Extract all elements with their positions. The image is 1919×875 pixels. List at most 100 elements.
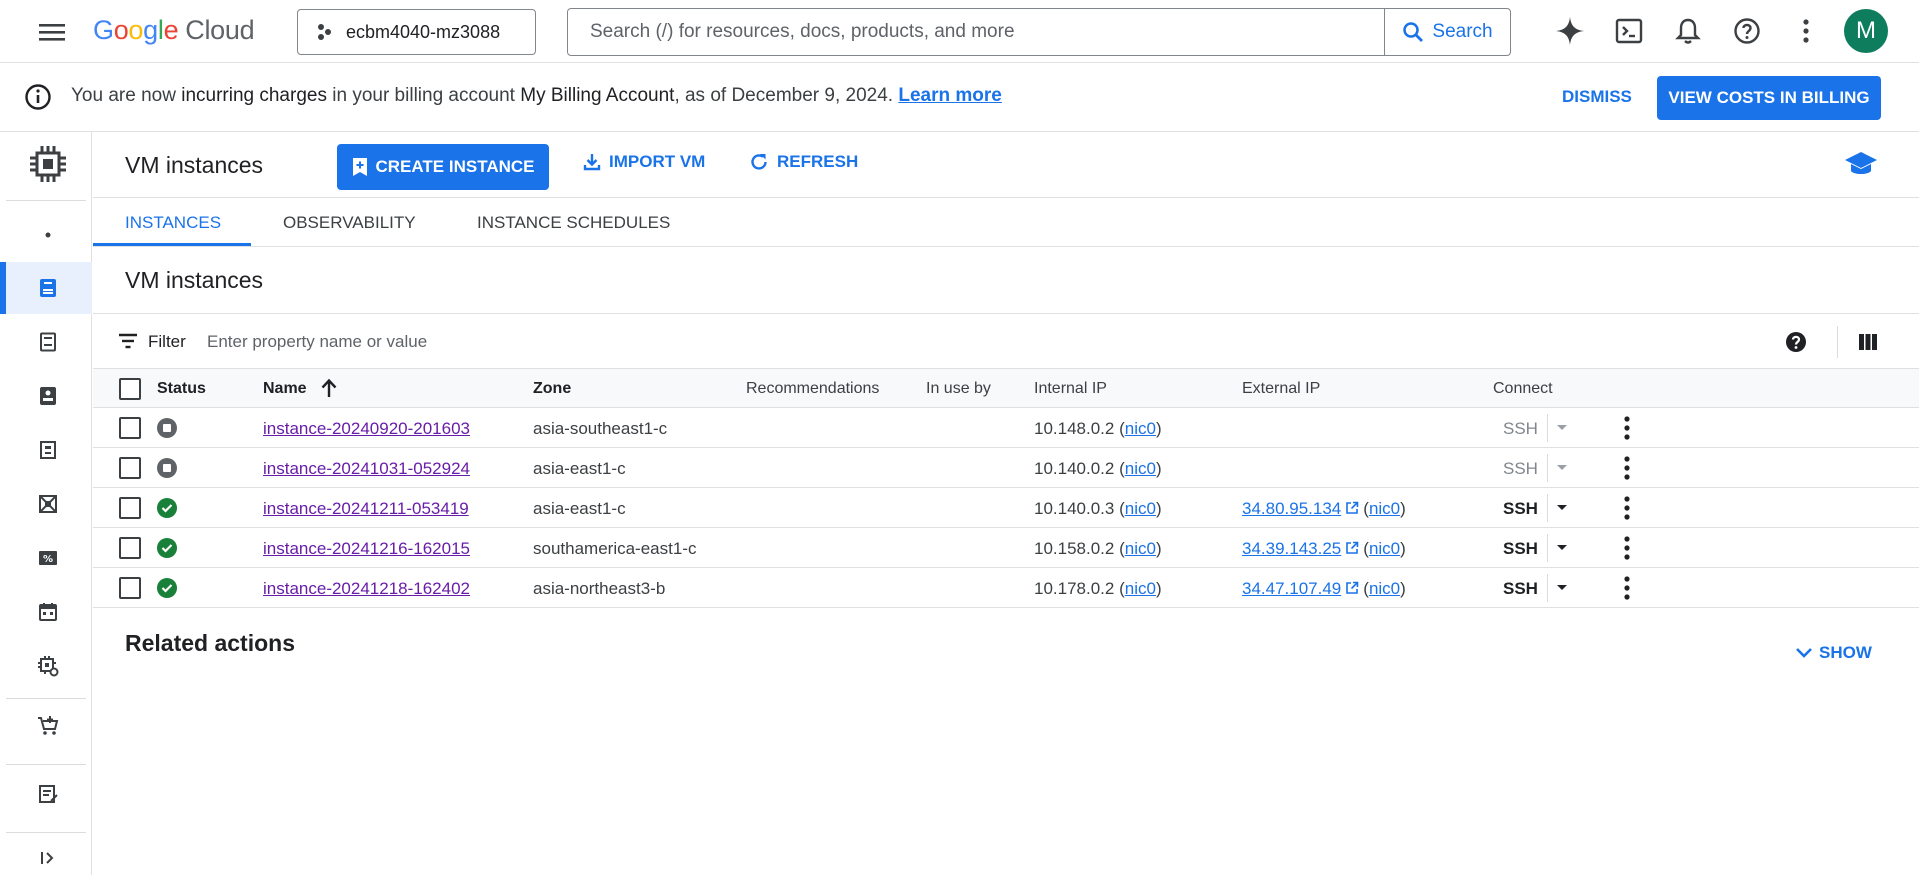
instance-name-link[interactable]: instance-20241218-162402 [263, 579, 470, 599]
avatar[interactable]: M [1844, 9, 1888, 53]
external-ip-cell: 34.80.95.134 (nic0) [1242, 499, 1406, 518]
ssh-button[interactable]: SSH [1503, 459, 1538, 479]
row-checkbox[interactable] [119, 497, 141, 519]
open-in-new-icon[interactable] [1345, 581, 1359, 595]
logo-letter: o [113, 15, 129, 45]
import-vm-button[interactable]: IMPORT VM [583, 152, 705, 172]
filter-help-icon[interactable] [1785, 331, 1807, 353]
vm-instances-icon[interactable] [34, 274, 62, 302]
row-checkbox[interactable] [119, 577, 141, 599]
column-header-status[interactable]: Status [157, 380, 206, 398]
compute-engine-chip-icon[interactable] [28, 144, 68, 184]
row-checkbox[interactable] [119, 537, 141, 559]
tab-instance-schedules[interactable]: INSTANCE SCHEDULES [477, 213, 670, 233]
ssh-dropdown-caret-icon[interactable] [1555, 580, 1569, 594]
internal-ip-cell: 10.158.0.2 (nic0) [1034, 539, 1162, 558]
nic-link[interactable]: nic0 [1125, 539, 1156, 558]
external-ip-link[interactable]: 34.47.107.49 [1242, 579, 1341, 598]
zone-cell: asia-northeast3-b [533, 579, 666, 598]
external-ip-link[interactable]: 34.39.143.25 [1242, 539, 1341, 558]
column-header-external-ip[interactable]: External IP [1242, 380, 1320, 398]
logo-letter: G [93, 15, 114, 45]
expand-rail-icon[interactable] [34, 844, 62, 872]
row-more-actions-icon[interactable] [1623, 536, 1631, 560]
instance-name-link[interactable]: instance-20240920-201603 [263, 419, 470, 439]
refresh-button[interactable]: REFRESH [749, 152, 858, 172]
row-checkbox[interactable] [119, 417, 141, 439]
learn-school-icon[interactable] [1844, 150, 1878, 178]
sole-tenant-nodes-icon[interactable] [34, 382, 62, 410]
ssh-button[interactable]: SSH [1503, 579, 1538, 599]
show-related-actions-button[interactable]: SHOW [1795, 643, 1872, 663]
committed-use-discounts-icon[interactable]: % [34, 544, 62, 572]
external-ip-cell: 34.47.107.49 (nic0) [1242, 579, 1406, 598]
more-vert-icon[interactable] [1787, 12, 1825, 50]
instance-templates-icon[interactable] [34, 328, 62, 356]
ssh-dropdown-caret-icon[interactable] [1555, 500, 1569, 514]
sort-ascending-arrow-icon[interactable] [320, 378, 338, 398]
filter-icon [118, 333, 138, 349]
row-checkbox[interactable] [119, 457, 141, 479]
project-picker[interactable]: ecbm4040-mz3088 [297, 9, 536, 55]
dismiss-button[interactable]: DISMISS [1562, 87, 1632, 107]
rail-divider [6, 698, 86, 699]
learn-more-link[interactable]: Learn more [898, 85, 1001, 106]
ssh-button[interactable]: SSH [1503, 499, 1538, 519]
tpus-icon[interactable] [34, 490, 62, 518]
cloud-shell-terminal-icon[interactable] [1610, 12, 1648, 50]
ssh-dropdown-caret-icon[interactable] [1555, 420, 1569, 434]
row-more-actions-icon[interactable] [1623, 416, 1631, 440]
vm-instances-table: Status Name Zone Recommendations In use … [93, 369, 1919, 608]
nic-link[interactable]: nic0 [1369, 499, 1400, 518]
notifications-bell-icon[interactable] [1669, 12, 1707, 50]
search-input[interactable] [568, 9, 1384, 55]
tab-observability[interactable]: OBSERVABILITY [283, 213, 416, 233]
row-more-actions-icon[interactable] [1623, 456, 1631, 480]
nic-link[interactable]: nic0 [1125, 579, 1156, 598]
marketplace-cart-icon[interactable] [34, 712, 62, 740]
column-header-zone[interactable]: Zone [533, 380, 571, 398]
ssh-button[interactable]: SSH [1503, 539, 1538, 559]
open-in-new-icon[interactable] [1345, 501, 1359, 515]
release-notes-icon[interactable] [34, 780, 62, 808]
instance-name-link[interactable]: instance-20241031-052924 [263, 459, 470, 479]
column-header-internal-ip[interactable]: Internal IP [1034, 380, 1107, 398]
select-all-checkbox[interactable] [119, 378, 141, 400]
settings-chip-icon[interactable] [34, 652, 62, 680]
view-costs-button[interactable]: VIEW COSTS IN BILLING [1657, 76, 1881, 120]
column-header-connect[interactable]: Connect [1493, 380, 1553, 398]
column-header-name[interactable]: Name [263, 380, 307, 398]
search-button[interactable]: Search [1384, 9, 1510, 55]
nic-link[interactable]: nic0 [1369, 539, 1400, 558]
tab-instances[interactable]: INSTANCES [125, 213, 221, 233]
nic-link[interactable]: nic0 [1125, 499, 1156, 518]
ssh-dropdown-caret-icon[interactable] [1555, 460, 1569, 474]
dot-icon[interactable] [34, 221, 62, 249]
external-ip-link[interactable]: 34.80.95.134 [1242, 499, 1341, 518]
internal-ip-value: 10.158.0.2 [1034, 539, 1115, 558]
nic-link[interactable]: nic0 [1369, 579, 1400, 598]
help-icon[interactable] [1728, 12, 1766, 50]
filter-input[interactable] [205, 328, 905, 356]
google-cloud-logo[interactable]: Google Cloud [93, 15, 255, 46]
instance-name-link[interactable]: instance-20241216-162015 [263, 539, 470, 559]
ssh-dropdown-caret-icon[interactable] [1555, 540, 1569, 554]
row-more-actions-icon[interactable] [1623, 496, 1631, 520]
column-header-recommendations[interactable]: Recommendations [746, 380, 879, 398]
instance-name-link[interactable]: instance-20241211-053419 [263, 499, 469, 519]
row-more-actions-icon[interactable] [1623, 576, 1631, 600]
machine-images-icon[interactable] [34, 436, 62, 464]
create-instance-button[interactable]: CREATE INSTANCE [337, 144, 549, 190]
column-display-options[interactable] [1837, 326, 1897, 358]
filter-label: Filter [148, 332, 186, 351]
nic-link[interactable]: nic0 [1125, 419, 1156, 438]
column-header-in-use-by[interactable]: In use by [926, 380, 991, 398]
nic-link[interactable]: nic0 [1125, 459, 1156, 478]
project-name: ecbm4040-mz3088 [346, 21, 501, 42]
reservations-calendar-icon[interactable] [34, 598, 62, 626]
menu-icon[interactable] [38, 19, 66, 45]
gemini-sparkle-icon[interactable] [1551, 12, 1589, 50]
banner-text: in your billing account [326, 85, 521, 106]
open-in-new-icon[interactable] [1345, 541, 1359, 555]
ssh-button[interactable]: SSH [1503, 419, 1538, 439]
